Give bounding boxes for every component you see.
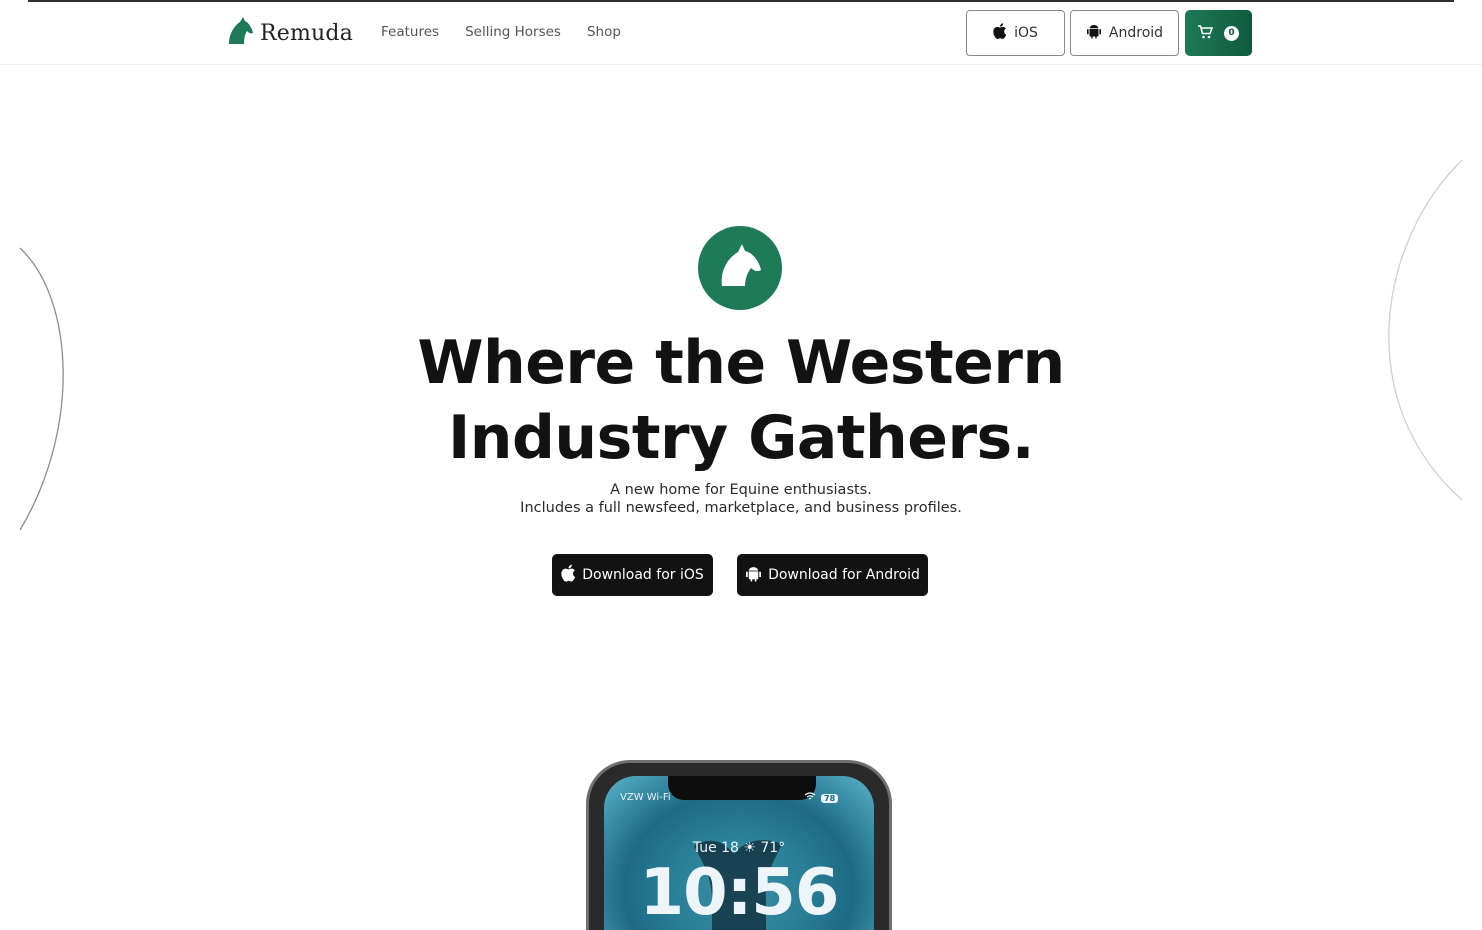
phone-lock-screen: VZW Wi-Fi 78 Tue 18 ☀ 71° 10:56 (604, 776, 874, 930)
download-ios-button[interactable]: Download for iOS (552, 554, 713, 596)
hero-subtitle-line2: Includes a full newsfeed, marketplace, a… (520, 500, 962, 516)
hero-title-line2: Industry Gathers. (447, 403, 1035, 473)
nav-link-shop[interactable]: Shop (587, 24, 621, 40)
apple-icon (561, 564, 576, 586)
apple-icon (993, 23, 1007, 43)
cart-button[interactable]: 0 (1185, 10, 1252, 56)
hero-title: Where the Western Industry Gathers. (0, 326, 1482, 476)
brand-name: Remuda (260, 20, 354, 46)
header-android-button[interactable]: Android (1070, 10, 1179, 56)
android-icon (1086, 23, 1102, 43)
lock-screen-date: Tue 18 ☀ 71° (692, 840, 786, 856)
horse-head-icon (714, 240, 766, 296)
download-ios-label: Download for iOS (582, 567, 704, 583)
download-android-label: Download for Android (768, 567, 920, 583)
nav-link-features[interactable]: Features (381, 24, 439, 40)
hero-title-line1: Where the Western (417, 328, 1065, 398)
phone-carrier: VZW Wi-Fi (620, 792, 671, 803)
download-android-button[interactable]: Download for Android (737, 554, 928, 596)
horse-head-icon (226, 16, 254, 50)
phone-status-icons: 78 (804, 792, 839, 804)
hero-subtitle: A new home for Equine enthusiasts. Inclu… (0, 481, 1482, 517)
hero-subtitle-line1: A new home for Equine enthusiasts. (610, 482, 872, 498)
phone-mockup: VZW Wi-Fi 78 Tue 18 ☀ 71° 10:56 (586, 760, 892, 930)
wifi-icon (804, 792, 816, 804)
hero-logo (698, 226, 782, 310)
navbar: Remuda Features Selling Horses Shop iOS … (0, 2, 1482, 65)
phone-notch (668, 776, 816, 800)
nav-link-selling-horses[interactable]: Selling Horses (465, 24, 561, 40)
main-nav: Features Selling Horses Shop (381, 24, 621, 40)
brand-logo[interactable]: Remuda (226, 16, 353, 50)
android-icon (745, 565, 762, 586)
lock-screen-time: 10:56 (639, 856, 840, 930)
header-ios-label: iOS (1014, 25, 1038, 41)
cart-count-badge: 0 (1224, 25, 1239, 41)
battery-icon: 78 (821, 793, 839, 803)
cart-icon (1198, 24, 1214, 43)
header-android-label: Android (1108, 25, 1164, 41)
header-ios-button[interactable]: iOS (966, 10, 1065, 56)
